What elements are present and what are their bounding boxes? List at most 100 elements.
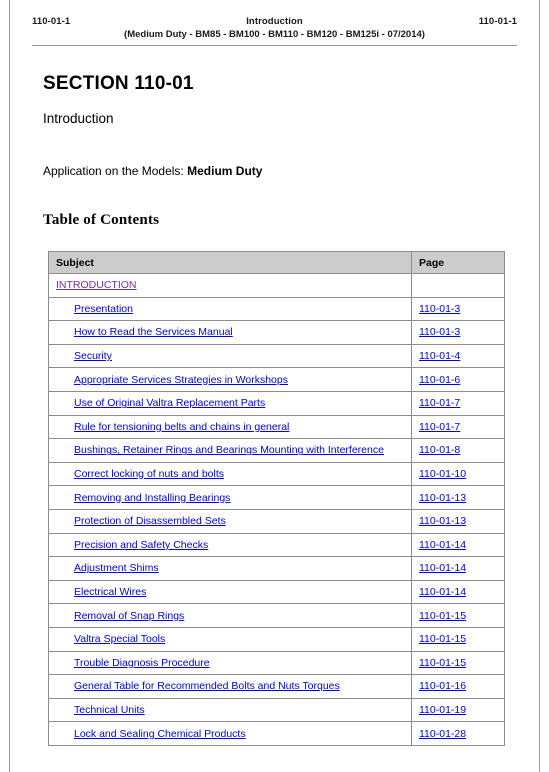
toc-page-link[interactable]: 110-01-3 [419,303,460,315]
toc-entry-cell: General Table for Recommended Bolts and … [48,674,412,699]
toc-page-link[interactable]: 110-01-15 [419,633,466,645]
header-divider [32,45,517,46]
table-row: Technical Units 110-01-19 [48,697,505,723]
toc-page-cell: 110-01-10 [411,461,505,487]
toc-entry-cell: Presentation [48,296,412,322]
toc-entry-cell: Adjustment Shims [48,556,412,581]
toc-entry-cell: Security [48,343,412,369]
toc-page-cell: 110-01-3 [411,296,505,322]
toc-page-cell: 110-01-15 [411,626,505,652]
toc-page-cell: 110-01-14 [411,532,505,558]
toc-page-link[interactable]: 110-01-6 [419,374,460,386]
toc-entry-cell: Rule for tensioning belts and chains in … [48,414,412,440]
table-row: Valtra Special Tools 110-01-15 [48,626,505,652]
page-title: SECTION 110-01 [43,73,194,94]
toc-group-link[interactable]: INTRODUCTION [56,279,137,291]
toc-heading: Table of Contents [43,212,160,228]
toc-entry-cell: How to Read the Services Manual [48,320,412,345]
toc-body: INTRODUCTION Presentation 110-01-3 How to R… [48,273,505,746]
toc-entry-link[interactable]: Adjustment Shims [74,562,159,574]
toc-column-subject: Subject [48,251,412,274]
toc-header-row: Subject Page [48,251,505,274]
table-row: Rule for tensioning belts and chains in … [48,414,505,440]
toc-entry-link[interactable]: Removal of Snap Rings [74,610,184,622]
table-row: Security 110-01-4 [48,343,505,369]
toc-page-link[interactable]: 110-01-14 [419,562,466,574]
table-row: Removal of Snap Rings 110-01-15 [48,603,505,628]
toc-page-cell: 110-01-7 [411,390,505,416]
toc-entry-link[interactable]: Technical Units [74,704,145,716]
header-left-code: 110-01-1 [32,16,71,27]
toc-entry-link[interactable]: Security [74,350,112,362]
toc-page-link[interactable]: 110-01-14 [419,586,466,598]
toc-entry-cell: Bushings, Retainer Rings and Bearings Mo… [48,438,412,463]
toc-entry-cell: Trouble Diagnosis Procedure [48,650,412,676]
toc-entry-link[interactable]: Rule for tensioning belts and chains in … [74,421,289,433]
toc-table: Subject Page INTRODUCTION Presentation 110… [48,251,505,746]
table-row: Protection of Disassembled Sets 110-01-13 [48,508,505,534]
table-row: Precision and Safety Checks 110-01-14 [48,532,505,558]
document-page: 110-01-1 Introduction 110-01-1 (Medium D… [9,0,540,772]
toc-page-link[interactable]: 110-01-7 [419,397,460,409]
toc-page-link[interactable]: 110-01-7 [419,421,460,433]
table-row: Removing and Installing Bearings 110-01-1… [48,485,505,510]
toc-group-cell: INTRODUCTION [48,273,412,298]
toc-page-link[interactable]: 110-01-13 [419,492,466,504]
toc-entry-link[interactable]: Removing and Installing Bearings [74,492,230,504]
toc-page-link[interactable]: 110-01-3 [419,326,460,338]
toc-entry-link[interactable]: Trouble Diagnosis Procedure [74,657,210,669]
toc-page-link[interactable]: 110-01-15 [419,610,466,622]
toc-page-link[interactable]: 110-01-19 [419,704,466,716]
toc-entry-link[interactable]: Correct locking of nuts and bolts [74,468,224,480]
toc-page-cell: 110-01-15 [411,603,505,628]
document-body: SECTION 110-01 Introduction Application … [10,73,539,746]
table-row: Lock and Sealing Chemical Products 110-01… [48,721,505,746]
application-model: Medium Duty [187,164,263,178]
table-row: Presentation 110-01-3 [48,296,505,322]
toc-entry-cell: Use of Original Valtra Replacement Parts [48,390,412,416]
toc-page-link[interactable]: 110-01-16 [419,680,466,692]
table-row: Trouble Diagnosis Procedure 110-01-15 [48,650,505,676]
toc-entry-cell: Lock and Sealing Chemical Products [48,721,412,746]
table-row: Appropriate Services Strategies in Works… [48,367,505,392]
table-row: Electrical Wires 110-01-14 [48,579,505,605]
toc-page-cell: 110-01-28 [411,721,505,746]
toc-page-link[interactable]: 110-01-8 [419,444,460,456]
toc-page-cell: 110-01-15 [411,650,505,676]
toc-entry-link[interactable]: Presentation [74,303,133,315]
toc-page-link[interactable]: 110-01-28 [419,728,466,740]
toc-entry-link[interactable]: Appropriate Services Strategies in Works… [74,374,288,386]
toc-page-cell: 110-01-8 [411,438,505,463]
toc-entry-link[interactable]: Protection of Disassembled Sets [74,515,226,527]
toc-page-link[interactable]: 110-01-14 [419,539,466,551]
toc-entry-link[interactable]: Electrical Wires [74,586,146,598]
toc-page-cell: 110-01-4 [411,343,505,369]
table-row: How to Read the Services Manual 110-01-3 [48,320,505,345]
header-right-code: 110-01-1 [478,16,517,27]
toc-entry-link[interactable]: Use of Original Valtra Replacement Parts [74,397,265,409]
toc-page-cell: 110-01-6 [411,367,505,392]
running-header: 110-01-1 Introduction 110-01-1 (Medium D… [10,0,539,40]
toc-page-cell: 110-01-7 [411,414,505,440]
toc-page-cell: 110-01-13 [411,485,505,510]
toc-page-link[interactable]: 110-01-4 [419,350,460,362]
toc-page-link[interactable]: 110-01-15 [419,657,466,669]
toc-page-link[interactable]: 110-01-10 [419,468,466,480]
toc-entry-cell: Correct locking of nuts and bolts [48,461,412,487]
toc-entry-cell: Valtra Special Tools [48,626,412,652]
header-subtitle: (Medium Duty - BM85 - BM100 - BM110 - BM… [124,29,425,40]
toc-page-link[interactable]: 110-01-13 [419,515,466,527]
toc-entry-cell: Technical Units [48,697,412,723]
toc-entry-link[interactable]: Precision and Safety Checks [74,539,208,551]
toc-entry-link[interactable]: General Table for Recommended Bolts and … [74,680,340,692]
toc-entry-link[interactable]: Valtra Special Tools [74,633,165,645]
toc-entry-link[interactable]: Lock and Sealing Chemical Products [74,728,246,740]
toc-page-cell: 110-01-16 [411,674,505,699]
toc-entry-link[interactable]: How to Read the Services Manual [74,326,233,338]
header-center-title: Introduction [246,16,303,27]
toc-column-page: Page [411,251,505,274]
toc-table-wrapper: Subject Page INTRODUCTION Presentation 110… [48,251,505,746]
toc-entry-link[interactable]: Bushings, Retainer Rings and Bearings Mo… [74,444,384,456]
table-row: Adjustment Shims 110-01-14 [48,556,505,581]
toc-entry-cell: Removing and Installing Bearings [48,485,412,510]
